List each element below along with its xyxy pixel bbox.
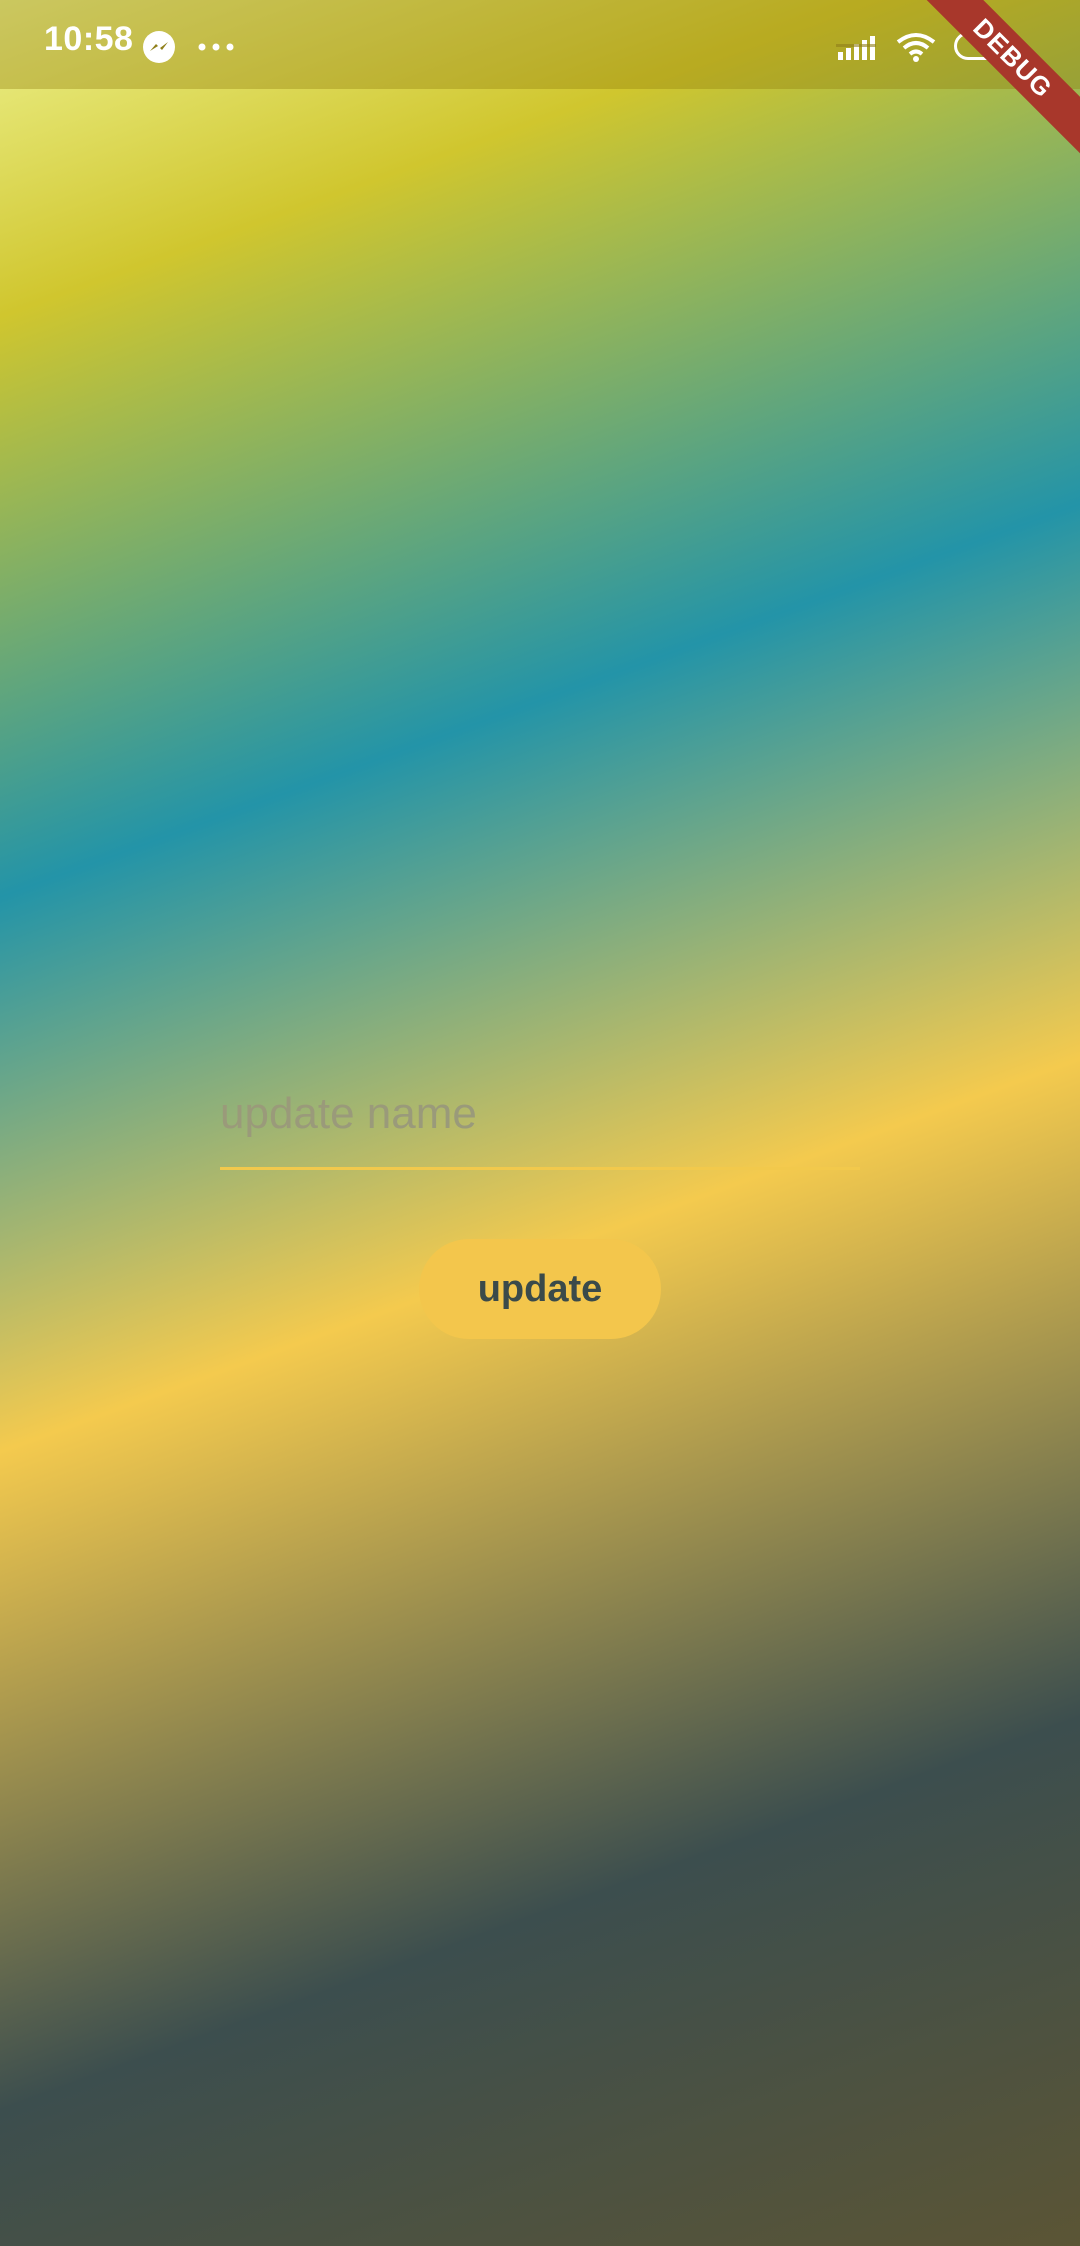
wifi-icon xyxy=(896,33,936,62)
status-time: 10:58 xyxy=(44,20,134,58)
signal-icon xyxy=(836,36,876,60)
update-name-form: update xyxy=(220,1060,860,1339)
more-dots-icon xyxy=(198,43,234,51)
battery-charge-dot xyxy=(997,40,1011,54)
update-name-input[interactable] xyxy=(220,1060,860,1170)
messenger-icon xyxy=(143,31,175,63)
update-button[interactable]: update xyxy=(419,1239,661,1339)
battery-icon: 26 xyxy=(954,32,1018,60)
status-bar: 10:58 26 xyxy=(0,0,1080,89)
